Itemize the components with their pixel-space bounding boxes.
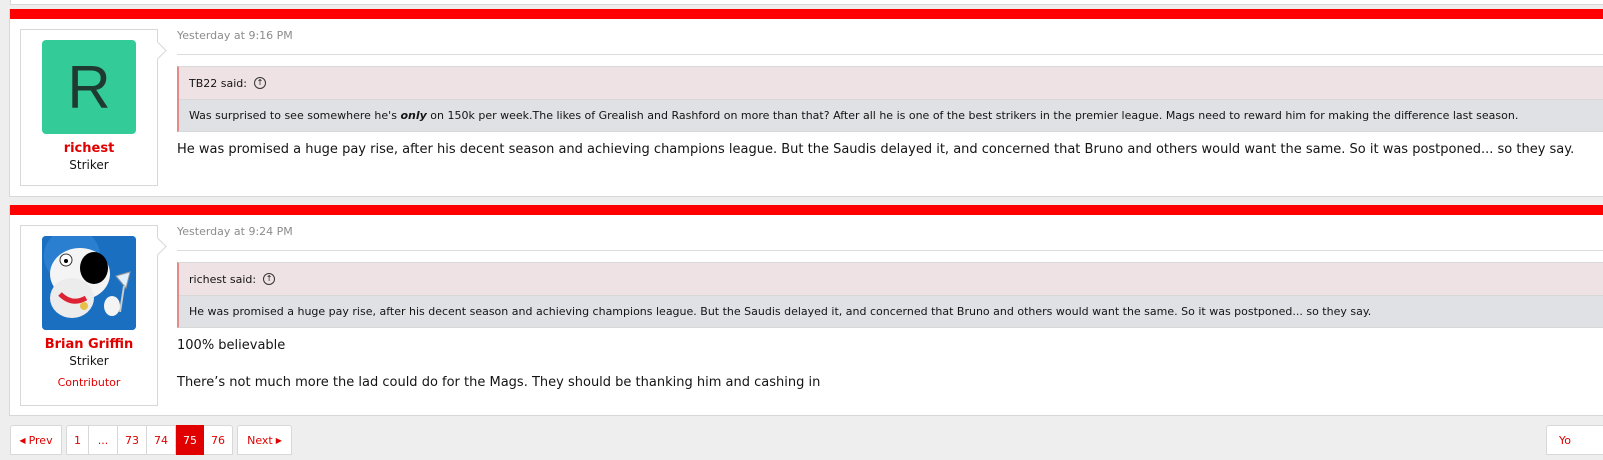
page-link[interactable]: 76 (204, 425, 233, 455)
post-richest: R richest Striker Yesterday at 9:16 PM T… (9, 9, 1603, 197)
prev-button[interactable]: ◀ Prev (10, 425, 62, 455)
quote-author[interactable]: richest said: (189, 273, 256, 286)
previous-post-bottom (10, 0, 1603, 5)
brian-griffin-avatar-image (42, 236, 136, 330)
caret-left-icon: ◀ (19, 435, 26, 445)
post-main: Yesterday at 9:16 PM TB22 said: ↑ Was su… (177, 29, 1603, 157)
quote-block: richest said: ↑ He was promised a huge p… (177, 262, 1603, 328)
arrow-up-circle-icon[interactable]: ↑ (253, 77, 266, 89)
user-info: Brian Griffin Striker Contributor (20, 225, 158, 406)
quote-header: TB22 said: ↑ (179, 67, 1603, 100)
page-jump[interactable]: ... (89, 425, 118, 455)
avatar[interactable] (42, 236, 136, 330)
username-link[interactable]: Brian Griffin (21, 337, 157, 352)
page-link[interactable]: 73 (118, 425, 147, 455)
page-link[interactable]: 74 (147, 425, 176, 455)
reply-button[interactable]: Yo (1546, 425, 1603, 455)
arrow-up-circle-icon[interactable]: ↑ (263, 273, 276, 285)
post-date[interactable]: Yesterday at 9:16 PM (177, 29, 1603, 55)
caret-right-icon: ▶ (275, 435, 282, 445)
post-message-line: There’s not much more the lad could do f… (177, 375, 821, 390)
page-current[interactable]: 75 (176, 425, 204, 455)
post-header-bar (10, 205, 1603, 215)
post-message-line: 100% believable (177, 338, 286, 353)
avatar[interactable]: R (42, 40, 136, 134)
user-title: Striker (69, 158, 109, 172)
next-button[interactable]: Next ▶ (237, 425, 292, 455)
quote-text: He was promised a huge pay rise, after h… (189, 305, 1372, 318)
post-header-bar (10, 9, 1603, 19)
post-message: He was promised a huge pay rise, after h… (177, 142, 1575, 157)
pagination: ◀ Prev 1 ... 73 74 75 76 Next ▶ (10, 425, 292, 455)
quote-text: Was surprised to see somewhere he's only… (189, 109, 1519, 122)
quote-header: richest said: ↑ (179, 263, 1603, 296)
user-banner: Contributor (57, 376, 121, 389)
username-link[interactable]: richest (21, 141, 157, 156)
user-info: R richest Striker (20, 29, 158, 186)
quote-author[interactable]: TB22 said: (189, 77, 247, 90)
post-main: Yesterday at 9:24 PM richest said: ↑ He … (177, 225, 1603, 390)
post-brian-griffin: Brian Griffin Striker Contributor Yester… (9, 205, 1603, 416)
post-date[interactable]: Yesterday at 9:24 PM (177, 225, 1603, 251)
user-title: Striker (69, 354, 109, 368)
page-link[interactable]: 1 (66, 425, 89, 455)
quote-block: TB22 said: ↑ Was surprised to see somewh… (177, 66, 1603, 132)
